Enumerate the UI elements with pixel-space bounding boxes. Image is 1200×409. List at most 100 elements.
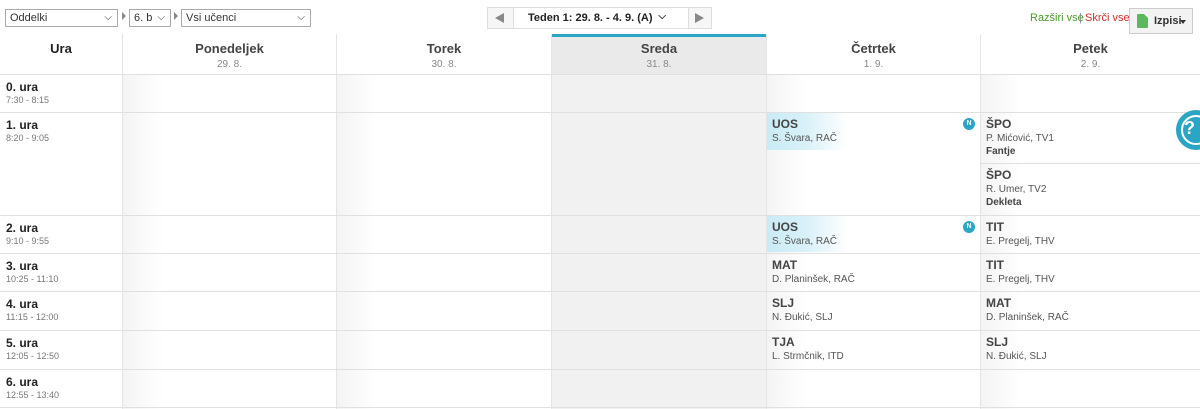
lesson-friday-1-boys[interactable]: ŠPO P. Mićović, TV1 Fantje — [981, 113, 1176, 163]
day-name: Torek — [426, 41, 462, 56]
expand-all-link[interactable]: Razširi vse — [1030, 12, 1084, 24]
class-select[interactable]: 6. b ⌵ — [129, 9, 171, 27]
day-name: Petek — [1073, 41, 1108, 56]
period-time: 7:30 - 8:15 — [6, 95, 50, 105]
day-column-monday: Ponedeljek 29. 8. — [122, 34, 336, 409]
lesson-subject: TIT — [986, 220, 1004, 234]
lesson-subject: SLJ — [986, 335, 1009, 349]
chevron-down-icon: ⌵ — [658, 11, 666, 22]
day-name: Četrtek — [851, 41, 896, 56]
day-column-wednesday: Sreda 31. 8. — [551, 34, 766, 409]
class-select-value: 6. b — [134, 12, 153, 24]
period-name: 5. ura — [6, 336, 39, 350]
week-select[interactable]: Teden 1: 29. 8. - 4. 9. (A) ⌵ — [513, 8, 689, 28]
lesson-friday-5[interactable]: SLJ N. Đukić, SLJ — [981, 331, 1196, 368]
day-date: 1. 9. — [863, 59, 884, 70]
day-header-thursday: Četrtek 1. 9. — [767, 34, 980, 74]
lesson-teacher: E. Pregelj, THV — [986, 236, 1055, 247]
period-time: 11:15 - 12:00 — [6, 312, 59, 322]
lesson-subject: UOS — [772, 220, 799, 234]
day-header-monday: Ponedeljek 29. 8. — [123, 34, 336, 74]
day-date: 2. 9. — [1080, 59, 1101, 70]
lesson-thursday-2[interactable]: UOS S. Švara, RAČ N — [767, 216, 979, 252]
collapse-all-link[interactable]: Skrči vse — [1085, 12, 1130, 24]
period-name: 4. ura — [6, 297, 39, 311]
oddelki-select[interactable]: Oddelki ⌵ — [5, 9, 118, 27]
lesson-thursday-4[interactable]: SLJ N. Đukić, SLJ — [767, 292, 979, 329]
lesson-group: Dekleta — [986, 197, 1022, 208]
lesson-subject: SLJ — [772, 296, 795, 310]
toolbar: Oddelki ⌵ 6. b ⌵ Vsi učenci ⌵ Teden 1: 2… — [0, 0, 1200, 34]
period-column-header: Ura — [0, 34, 122, 74]
day-name: Ponedeljek — [195, 41, 264, 56]
chevron-down-icon: ⌵ — [157, 12, 165, 23]
lesson-teacher: D. Planinšek, RAČ — [772, 274, 855, 285]
lesson-teacher: S. Švara, RAČ — [772, 236, 838, 247]
day-header-friday: Petek 2. 9. — [981, 34, 1200, 74]
lesson-group: Fantje — [986, 146, 1016, 157]
students-select[interactable]: Vsi učenci ⌵ — [181, 9, 311, 27]
lesson-teacher: R. Umer, TV2 — [986, 184, 1047, 195]
period-name: 3. ura — [6, 259, 39, 273]
lesson-teacher: L. Strmčnik, ITD — [772, 351, 844, 362]
period-time: 12:05 - 12:50 — [6, 351, 60, 361]
lesson-subject: MAT — [772, 258, 798, 272]
day-name: Sreda — [640, 41, 678, 56]
lesson-friday-3[interactable]: TIT E. Pregelj, THV — [981, 254, 1196, 290]
new-badge: N — [963, 221, 975, 233]
lesson-subject: ŠPO — [986, 117, 1012, 131]
period-time: 12:55 - 13:40 — [6, 390, 60, 400]
day-header-tuesday: Torek 30. 8. — [337, 34, 551, 74]
day-column-tuesday: Torek 30. 8. — [336, 34, 551, 409]
new-badge: N — [963, 118, 975, 130]
lesson-thursday-5[interactable]: TJA L. Strmčnik, ITD — [767, 331, 979, 368]
lesson-subject: TJA — [772, 335, 795, 349]
chevron-down-icon: ⌵ — [297, 12, 305, 23]
period-column-title: Ura — [50, 41, 72, 56]
day-header-wednesday: Sreda 31. 8. — [552, 34, 766, 74]
lesson-subject: UOS — [772, 117, 799, 131]
lesson-teacher: P. Mićović, TV1 — [986, 133, 1054, 144]
period-4: 4. ura 11:15 - 12:00 — [6, 297, 58, 322]
oddelki-select-value: Oddelki — [10, 12, 48, 24]
link-separator: | — [1079, 12, 1082, 24]
week-navigator: Teden 1: 29. 8. - 4. 9. (A) ⌵ — [487, 7, 712, 29]
lesson-friday-2[interactable]: TIT E. Pregelj, THV — [981, 216, 1196, 252]
document-icon — [1137, 14, 1148, 28]
period-0: 0. ura 7:30 - 8:15 — [6, 80, 49, 105]
lesson-thursday-1[interactable]: UOS S. Švara, RAČ N — [767, 113, 979, 150]
lesson-friday-4[interactable]: MAT D. Planinšek, RAČ — [981, 292, 1196, 329]
week-select-value: Teden 1: 29. 8. - 4. 9. (A) — [528, 12, 653, 24]
breadcrumb-arrow-icon — [174, 12, 178, 20]
previous-week-button[interactable] — [488, 8, 512, 28]
lesson-subject: MAT — [986, 296, 1012, 310]
lesson-thursday-3[interactable]: MAT D. Planinšek, RAČ — [767, 254, 979, 290]
print-button[interactable]: Izpisi — [1129, 8, 1193, 34]
lesson-teacher: N. Đukić, SLJ — [986, 351, 1047, 362]
timetable-grid: Ura Ponedeljek 29. 8. Torek 30. 8. Sreda… — [0, 34, 1200, 409]
row-divider — [0, 407, 1200, 408]
caret-down-icon — [1180, 20, 1186, 24]
period-6: 6. ura 12:55 - 13:40 — [6, 375, 59, 400]
period-name: 0. ura — [6, 80, 39, 94]
row-divider — [0, 369, 1200, 370]
print-button-label: Izpisi — [1154, 15, 1182, 27]
day-date: 31. 8. — [646, 59, 672, 70]
day-date: 30. 8. — [431, 59, 457, 70]
lesson-subject: TIT — [986, 258, 1004, 272]
lesson-teacher: D. Planinšek, RAČ — [986, 312, 1069, 323]
question-icon: ? — [1184, 118, 1195, 138]
period-name: 6. ura — [6, 375, 39, 389]
row-divider — [0, 74, 1200, 75]
lesson-subject: ŠPO — [986, 168, 1012, 182]
period-2: 2. ura 9:10 - 9:55 — [6, 221, 49, 246]
period-time: 9:10 - 9:55 — [6, 236, 50, 246]
next-week-button[interactable] — [687, 8, 711, 28]
period-name: 2. ura — [6, 221, 39, 235]
lesson-teacher: S. Švara, RAČ — [772, 133, 838, 144]
students-select-value: Vsi učenci — [186, 12, 237, 24]
lesson-friday-1-girls[interactable]: ŠPO R. Umer, TV2 Dekleta — [981, 164, 1196, 214]
period-5: 5. ura 12:05 - 12:50 — [6, 336, 59, 361]
period-time: 10:25 - 11:10 — [6, 274, 59, 284]
lesson-teacher: E. Pregelj, THV — [986, 274, 1055, 285]
